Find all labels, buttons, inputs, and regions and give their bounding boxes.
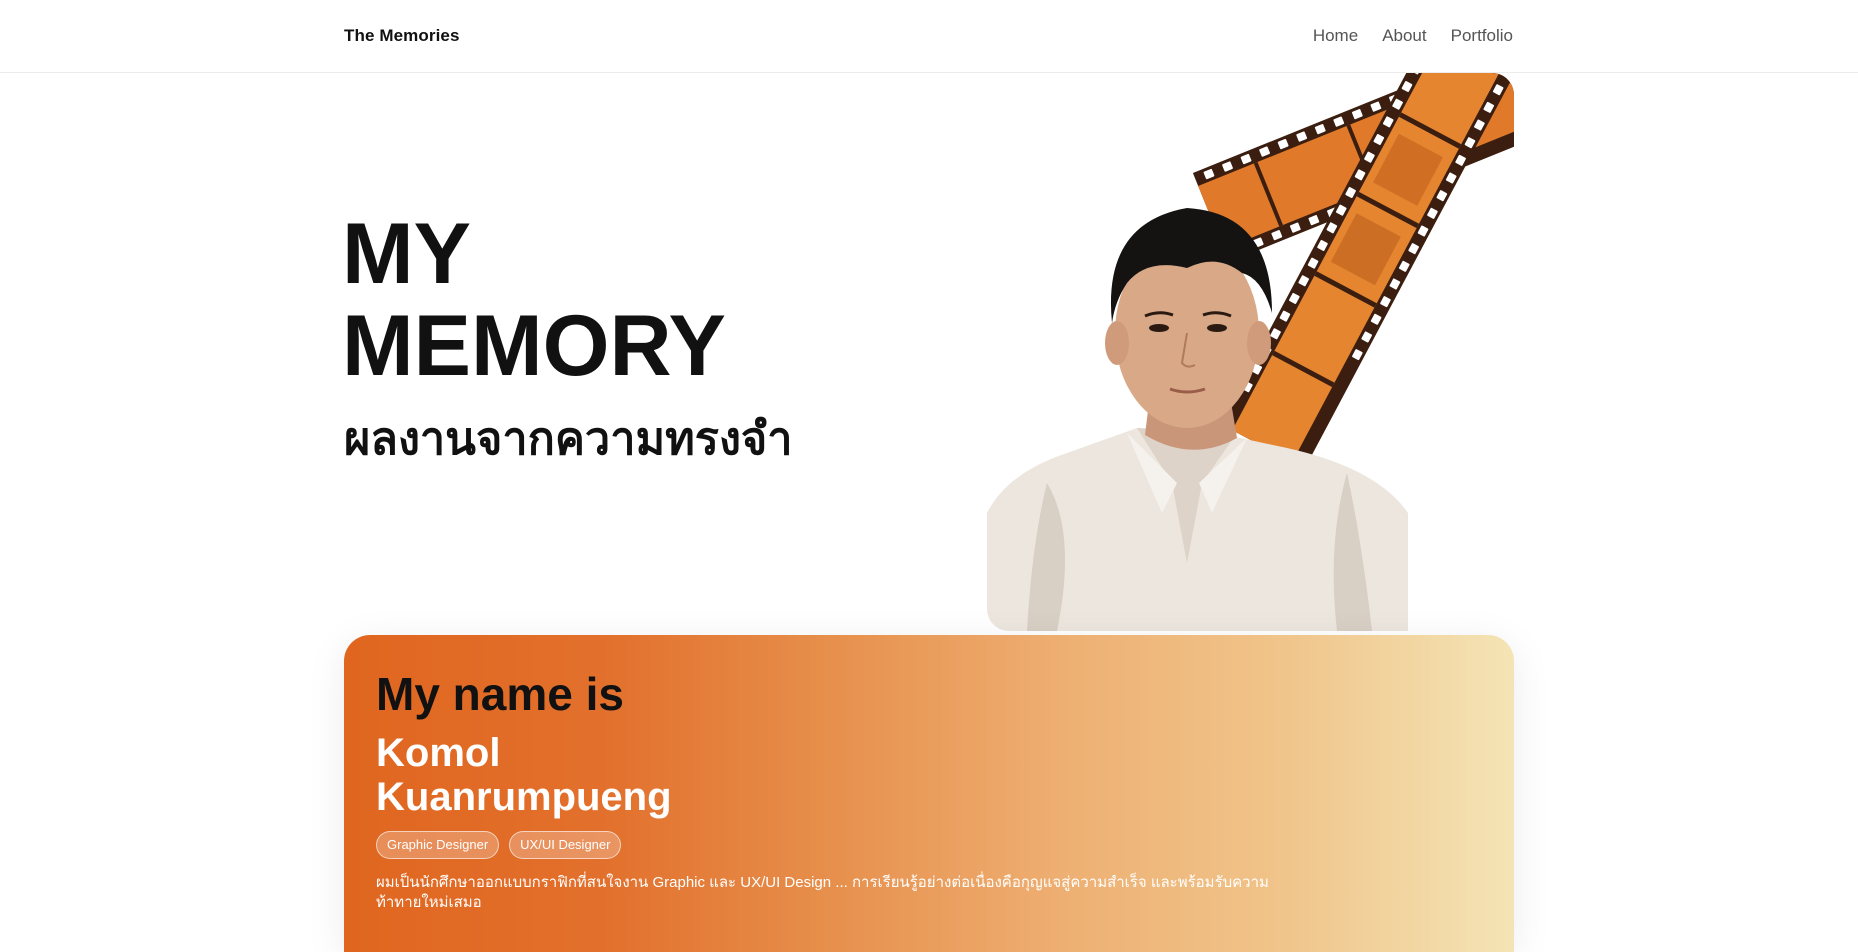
hero-image: [980, 73, 1514, 633]
tag-ux-ui-designer: UX/UI Designer: [509, 831, 622, 859]
person-illustration: [987, 208, 1408, 631]
nav-link-portfolio[interactable]: Portfolio: [1451, 26, 1513, 46]
hero-title: MY MEMORY: [342, 208, 726, 392]
card-heading: My name is: [376, 668, 624, 720]
hero-title-line-2: MEMORY: [342, 298, 726, 394]
brand-logo[interactable]: The Memories: [344, 26, 460, 46]
person-first-name: Komol: [376, 731, 501, 775]
intro-card: My name is Komol Kuanrumpueng Graphic De…: [344, 635, 1514, 952]
nav-link-about[interactable]: About: [1382, 26, 1426, 46]
person-name: Komol Kuanrumpueng: [376, 731, 672, 819]
person-last-name: Kuanrumpueng: [376, 775, 672, 819]
portrait-photo: [987, 183, 1408, 631]
nav-link-home[interactable]: Home: [1313, 26, 1358, 46]
nav-links: Home About Portfolio: [1313, 26, 1513, 46]
tag-graphic-designer: Graphic Designer: [376, 831, 500, 859]
intro-description: ผมเป็นนักศึกษาออกแบบกราฟิกที่สนใจงาน Gra…: [376, 874, 1269, 911]
role-tags: Graphic Designer UX/UI Designer: [376, 831, 622, 859]
hero-subtitle: ผลงานจากความทรงจำ: [344, 413, 793, 464]
hero-title-line-1: MY: [342, 206, 471, 302]
navbar: The Memories Home About Portfolio: [0, 0, 1858, 73]
